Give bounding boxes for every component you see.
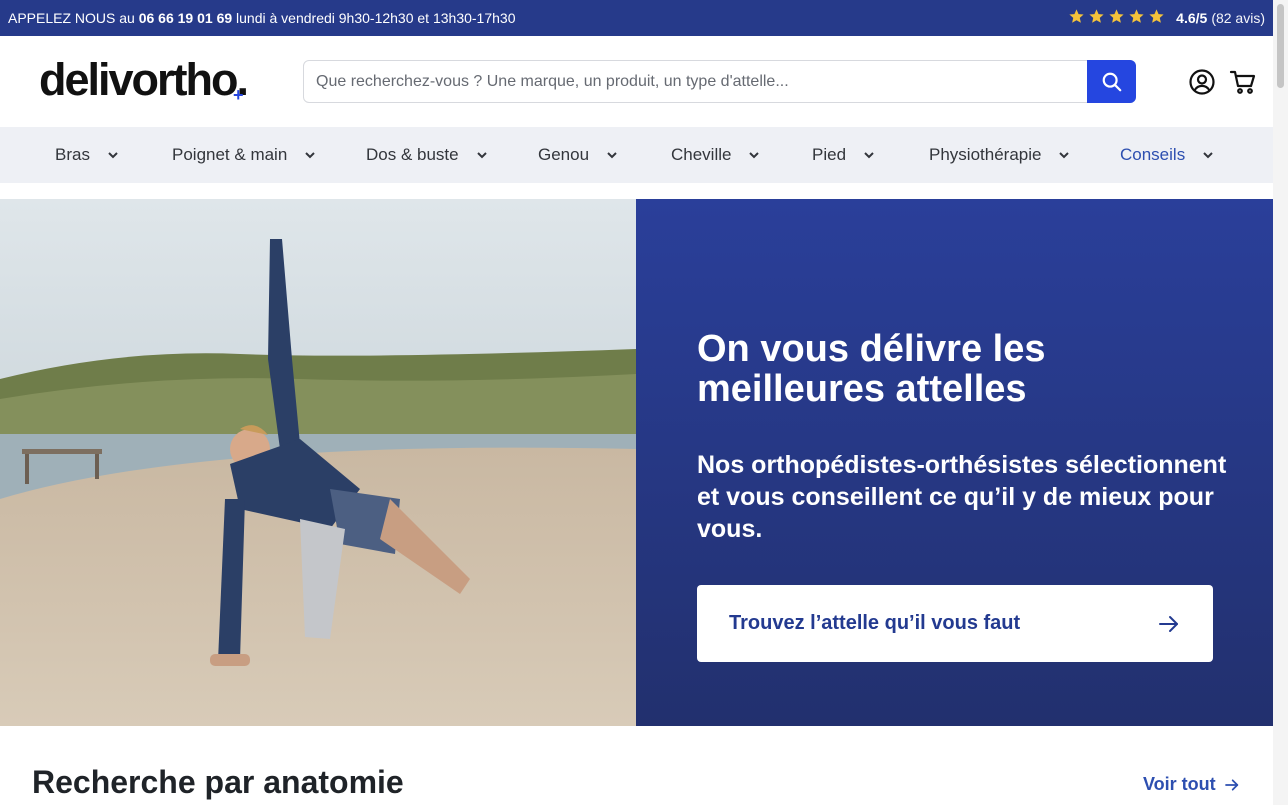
cta-label: Trouvez l’attelle qu’il vous faut bbox=[729, 612, 1021, 634]
nav-label: Genou bbox=[538, 145, 590, 164]
star-icon bbox=[1149, 9, 1164, 23]
nav-item-pied[interactable]: Pied bbox=[812, 127, 876, 183]
nav-label: Cheville bbox=[671, 145, 732, 164]
nav-label: Poignet & main bbox=[172, 145, 288, 164]
hero-subtitle: Nos orthopédistes-orthésistes sélectionn… bbox=[697, 451, 1227, 543]
see-all-label: Voir tout bbox=[1143, 774, 1216, 794]
nav-item-conseils[interactable]: Conseils bbox=[1120, 127, 1215, 183]
nav-label: Bras bbox=[55, 145, 90, 164]
search-icon bbox=[1102, 72, 1121, 91]
chevron-down-icon bbox=[108, 152, 118, 159]
logo-plus-mark: + bbox=[233, 85, 244, 105]
nav-item-genou[interactable]: Genou bbox=[538, 127, 619, 183]
rating-count: (82 avis) bbox=[1211, 10, 1265, 26]
chevron-down-icon bbox=[476, 152, 487, 159]
arrow-right-icon bbox=[1224, 778, 1238, 791]
search-bar bbox=[303, 60, 1136, 103]
chevron-down-icon bbox=[864, 152, 874, 159]
nav-label: Conseils bbox=[1120, 145, 1186, 164]
find-brace-button[interactable]: Trouvez l’attelle qu’il vous faut bbox=[697, 585, 1213, 662]
rating[interactable]: 4.6/5 (82 avis) bbox=[1068, 8, 1265, 28]
hero-banner: On vous délivre les meilleures attelles … bbox=[0, 199, 1273, 726]
chevron-down-icon bbox=[305, 152, 316, 159]
main-nav: Bras Poignet & main Dos & buste Genou Ch… bbox=[0, 127, 1273, 183]
chevron-down-icon bbox=[1059, 152, 1070, 159]
see-all-link[interactable]: Voir tout bbox=[1143, 774, 1240, 795]
chevron-down-icon bbox=[1203, 152, 1213, 159]
opening-hours: lundi à vendredi 9h30-12h30 et 13h30-17h… bbox=[232, 10, 516, 26]
star-icon bbox=[1109, 9, 1124, 23]
star-icon bbox=[1069, 9, 1084, 23]
arrow-right-icon bbox=[1159, 615, 1178, 632]
nav-item-physiotherapie[interactable]: Physiothérapie bbox=[929, 127, 1071, 183]
search-button[interactable] bbox=[1087, 60, 1136, 103]
hero-panel: On vous délivre les meilleures attelles … bbox=[636, 199, 1273, 726]
phone-number[interactable]: 06 66 19 01 69 bbox=[139, 10, 232, 26]
scrollbar-thumb[interactable] bbox=[1277, 4, 1284, 88]
nav-label: Dos & buste bbox=[366, 145, 459, 164]
hero-image bbox=[0, 199, 636, 726]
hero-title: On vous délivre les meilleures attelles bbox=[697, 328, 1046, 410]
nav-label: Pied bbox=[812, 145, 847, 164]
call-prefix: APPELEZ NOUS au bbox=[8, 10, 139, 26]
chevron-down-icon bbox=[607, 152, 617, 159]
nav-item-cheville[interactable]: Cheville bbox=[671, 127, 761, 183]
rating-score: 4.6/5 bbox=[1176, 10, 1208, 26]
top-bar: APPELEZ NOUS au 06 66 19 01 69 lundi à v… bbox=[0, 0, 1273, 36]
account-icon[interactable] bbox=[1188, 68, 1216, 96]
section-title: Recherche par anatomie bbox=[32, 764, 404, 800]
search-input[interactable] bbox=[304, 61, 1084, 102]
star-icon bbox=[1129, 9, 1144, 23]
nav-item-bras[interactable]: Bras bbox=[55, 127, 120, 183]
cart-icon[interactable] bbox=[1229, 68, 1257, 96]
scrollbar[interactable] bbox=[1273, 0, 1288, 805]
chevron-down-icon bbox=[749, 152, 760, 159]
contact-info: APPELEZ NOUS au 06 66 19 01 69 lundi à v… bbox=[8, 10, 515, 26]
nav-label: Physiothérapie bbox=[929, 145, 1042, 164]
logo[interactable]: delivortho. bbox=[39, 54, 249, 106]
rating-stars bbox=[1068, 8, 1168, 28]
nav-item-dos-buste[interactable]: Dos & buste bbox=[366, 127, 489, 183]
nav-item-poignet-main[interactable]: Poignet & main bbox=[172, 127, 317, 183]
star-icon bbox=[1089, 9, 1104, 23]
header: delivortho. + bbox=[0, 36, 1273, 127]
